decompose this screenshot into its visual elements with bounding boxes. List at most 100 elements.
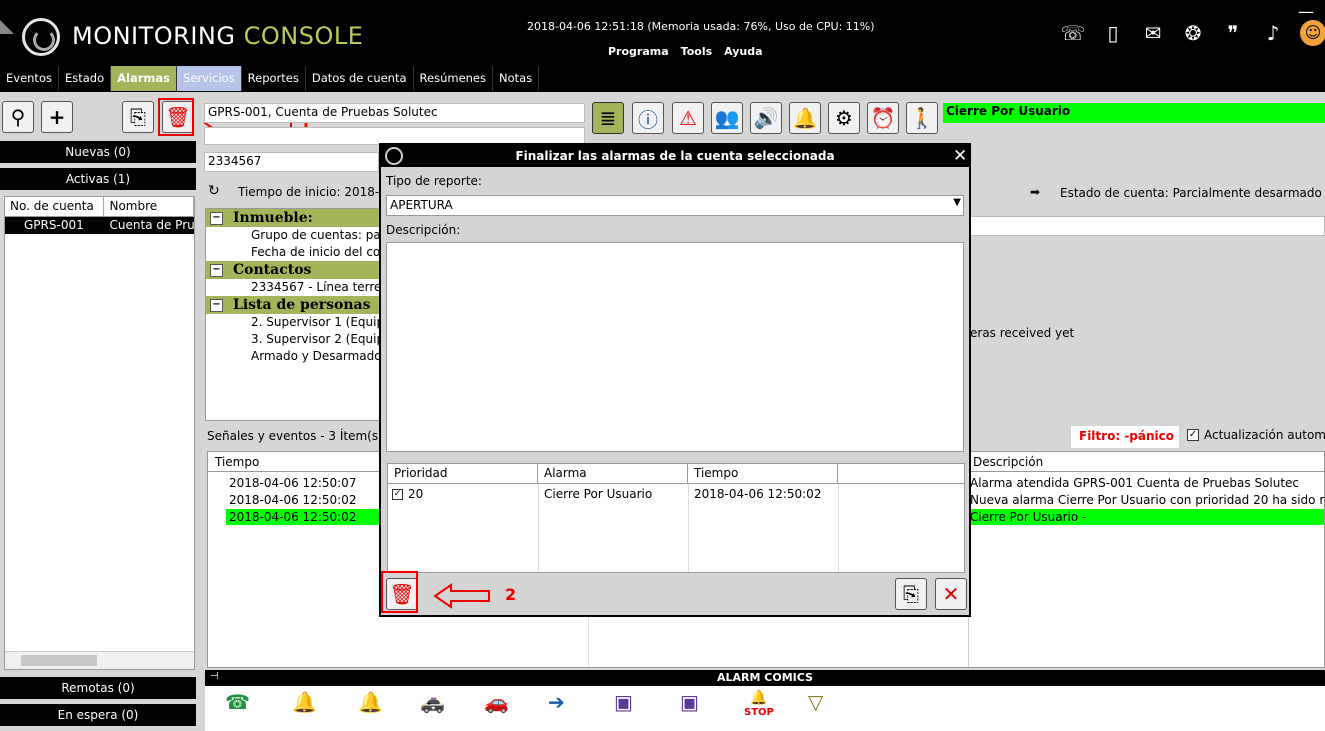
- nuevas-bar[interactable]: Nuevas (0): [0, 141, 196, 163]
- menu-ayuda[interactable]: Ayuda: [724, 45, 762, 58]
- tab-notas[interactable]: Notas: [493, 66, 540, 91]
- auto-update-checkbox[interactable]: ✓: [1187, 429, 1199, 441]
- warning-button[interactable]: ⚠: [672, 102, 704, 134]
- timer-button[interactable]: ⏰: [867, 102, 899, 134]
- right-field[interactable]: [970, 216, 1325, 236]
- tab-estado[interactable]: Estado: [58, 66, 112, 91]
- event-time[interactable]: 2018-04-06 12:50:02: [229, 493, 356, 509]
- intruder-icon[interactable]: ▣: [614, 690, 633, 714]
- account-name-field[interactable]: GPRS-001, Cuenta de Pruebas Solutec: [204, 103, 585, 123]
- col-time[interactable]: Tiempo: [688, 464, 838, 483]
- tab-eventos[interactable]: Eventos: [0, 66, 59, 91]
- col-priority[interactable]: Prioridad: [388, 464, 538, 483]
- event-desc[interactable]: Alarma atendida GPRS-001 Cuenta de Prueb…: [970, 476, 1299, 492]
- bell-check-icon[interactable]: 🔔: [358, 690, 383, 714]
- smiley-icon[interactable]: ☺: [1300, 20, 1325, 46]
- description-textarea[interactable]: [386, 242, 964, 452]
- search-button[interactable]: ⚲: [2, 101, 34, 133]
- bell-x-icon[interactable]: 🔔: [292, 690, 317, 714]
- notes-button[interactable]: ≣: [592, 102, 624, 134]
- refresh-icon[interactable]: ↻: [208, 183, 220, 199]
- sound-button[interactable]: 🔊: [750, 102, 782, 134]
- col-description[interactable]: Descripción: [973, 455, 1043, 469]
- en-espera-bar[interactable]: En espera (0): [0, 704, 196, 726]
- tree-section-contactos[interactable]: Contactos: [206, 261, 379, 279]
- activas-bar[interactable]: Activas (1): [0, 168, 196, 190]
- dialog-logo-icon: [385, 147, 403, 165]
- account-row[interactable]: GPRS-001 Cuenta de Prue: [5, 217, 194, 234]
- col-account-number[interactable]: No. de cuenta: [5, 197, 105, 216]
- car-cancel-icon[interactable]: 🚗: [484, 690, 509, 714]
- alarm-selection-table: Prioridad Alarma Tiempo ✓ 20 Cierre Por …: [387, 463, 965, 573]
- event-desc[interactable]: Nueva alarma Cierre Por Usuario con prio…: [970, 493, 1325, 509]
- event-time[interactable]: 2018-04-06 12:50:02: [229, 510, 356, 526]
- tab-alarmas[interactable]: Alarmas: [111, 66, 178, 91]
- tree-section-personas[interactable]: Lista de personas: [206, 296, 379, 314]
- col-alarm[interactable]: Alarma: [538, 464, 688, 483]
- tree-item[interactable]: 2334567 - Línea terres: [206, 279, 379, 296]
- arrow-right-icon[interactable]: ➔: [548, 690, 565, 714]
- report-type-value: APERTURA: [390, 198, 453, 212]
- col-name[interactable]: Nombre: [104, 197, 194, 216]
- sms-icon[interactable]: ▯: [1100, 20, 1126, 46]
- users-button[interactable]: 👥: [711, 102, 743, 134]
- report-button[interactable]: ⎘: [122, 101, 154, 133]
- column-divider: [538, 484, 539, 572]
- phone-field[interactable]: 2334567: [204, 152, 379, 172]
- phone-info-icon[interactable]: ☎: [225, 690, 250, 714]
- email-icon[interactable]: ✉: [1140, 20, 1166, 46]
- warning-icon: ⚠: [679, 106, 697, 130]
- settings-button[interactable]: ⚙: [828, 102, 860, 134]
- siren-button[interactable]: 🔔: [789, 102, 821, 134]
- tree-item[interactable]: Grupo de cuentas: par: [206, 227, 379, 244]
- tree-item[interactable]: Fecha de inicio del cor: [206, 244, 379, 261]
- menu-programa[interactable]: Programa: [608, 45, 669, 58]
- tree-section-inmueble[interactable]: Inmueble:: [206, 209, 379, 227]
- col-time[interactable]: Tiempo: [215, 455, 259, 469]
- tab-resumenes[interactable]: Resúmenes: [413, 66, 493, 91]
- tree-item[interactable]: Armado y Desarmado: [206, 348, 379, 365]
- alarm-row-checkbox[interactable]: ✓: [392, 489, 403, 500]
- account-name: Cuenta de Prue: [109, 218, 194, 232]
- report-type-select[interactable]: APERTURA ▼: [386, 195, 964, 216]
- gear-icon: ⚙: [835, 106, 853, 130]
- add-button[interactable]: +: [41, 101, 73, 133]
- info-button[interactable]: ⓘ: [632, 102, 664, 134]
- scrollbar-thumb[interactable]: [21, 655, 97, 666]
- menu-tools[interactable]: Tools: [681, 45, 712, 58]
- tab-reportes[interactable]: Reportes: [241, 66, 306, 91]
- column-divider: [688, 484, 689, 572]
- window-close-icon[interactable]: —: [1298, 2, 1314, 21]
- panel-icon[interactable]: ▣: [680, 690, 699, 714]
- annotation-label-2: 2: [505, 585, 517, 604]
- chevron-down-icon[interactable]: ▼: [953, 197, 961, 208]
- alarm-table-header: Prioridad Alarma Tiempo: [388, 464, 964, 484]
- event-desc[interactable]: Cierre Por Usuario -: [970, 510, 1086, 526]
- pin-icon[interactable]: ⊣: [210, 671, 219, 682]
- speaker-icon[interactable]: ♪: [1260, 20, 1286, 46]
- filter-label[interactable]: Filtro: -pánico: [1071, 426, 1179, 448]
- account-list: No. de cuenta Nombre GPRS-001 Cuenta de …: [4, 196, 195, 670]
- tree-item[interactable]: 3. Supervisor 2 (Equip: [206, 331, 379, 348]
- warning-triangle-icon[interactable]: ▽: [808, 690, 823, 714]
- patrol-car-icon[interactable]: 🚓: [420, 690, 445, 714]
- tab-servicios[interactable]: Servicios: [177, 66, 242, 91]
- tab-bar: Eventos Estado Alarmas Servicios Reporte…: [0, 66, 1325, 92]
- horizontal-scrollbar[interactable]: [5, 651, 194, 669]
- tab-datos-cuenta[interactable]: Datos de cuenta: [305, 66, 414, 91]
- exit-button[interactable]: 🚶: [906, 102, 938, 134]
- app-title: MONITORING CONSOLE: [72, 22, 363, 50]
- chat-icon[interactable]: ❞: [1220, 20, 1246, 46]
- dialog-report-button[interactable]: ⎘: [895, 578, 927, 610]
- event-time[interactable]: 2018-04-06 12:50:07: [229, 476, 356, 492]
- search-icon: ⚲: [10, 105, 26, 129]
- notes-icon: ≣: [599, 106, 617, 130]
- dialog-cancel-button[interactable]: ✕: [935, 578, 967, 610]
- owl-icon[interactable]: ❂: [1180, 20, 1206, 46]
- remotas-bar[interactable]: Remotas (0): [0, 677, 196, 699]
- phone-icon[interactable]: ☏: [1060, 20, 1086, 46]
- stop-label[interactable]: STOP: [744, 707, 774, 718]
- tree-item[interactable]: 2. Supervisor 1 (Equip: [206, 314, 379, 331]
- start-time: Tiempo de inicio: 2018-0: [238, 185, 387, 199]
- dialog-close-icon[interactable]: ✕: [953, 146, 967, 166]
